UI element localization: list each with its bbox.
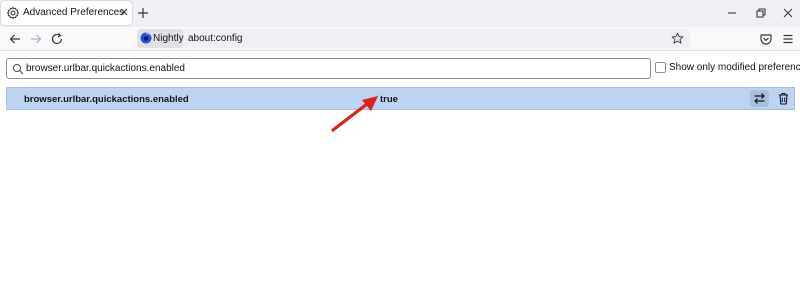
pocket-icon[interactable] [759, 32, 773, 46]
back-icon[interactable] [8, 32, 22, 46]
forward-icon[interactable] [29, 32, 43, 46]
preference-search-box[interactable] [6, 58, 651, 79]
search-input[interactable] [26, 61, 626, 76]
preference-name: browser.urlbar.quickactions.enabled [24, 94, 189, 105]
menu-icon[interactable] [781, 32, 795, 46]
toggle-arrows-icon [754, 93, 765, 104]
nightly-logo-icon [140, 32, 152, 44]
checkbox[interactable] [655, 62, 666, 73]
minimize-icon[interactable] [725, 6, 739, 20]
close-icon[interactable] [118, 6, 130, 18]
close-window-icon[interactable] [781, 6, 795, 20]
navigation-bar: Nightly about:config [0, 27, 800, 51]
toggle-button[interactable] [750, 90, 769, 107]
identity-box[interactable]: Nightly [137, 29, 184, 48]
annotation-arrow [331, 96, 378, 132]
bookmark-star-icon[interactable] [671, 32, 684, 45]
gear-icon [6, 6, 20, 20]
preference-row[interactable]: browser.urlbar.quickactions.enabled true [6, 87, 795, 110]
new-tab-button[interactable] [136, 6, 150, 20]
tab-title: Advanced Preferences [23, 7, 125, 18]
show-modified-label: Show only modified preferences [669, 62, 800, 73]
delete-button[interactable] [775, 90, 792, 107]
reload-icon[interactable] [50, 32, 64, 46]
search-icon [12, 63, 24, 75]
restore-icon[interactable] [754, 6, 768, 20]
address-bar[interactable]: Nightly about:config [137, 29, 690, 48]
trash-icon [779, 92, 788, 105]
tab-advanced-preferences[interactable]: Advanced Preferences [1, 1, 132, 25]
tab-bar: Advanced Preferences [0, 0, 800, 27]
url-text[interactable]: about:config [188, 33, 243, 44]
browser-brand: Nightly [153, 33, 184, 44]
